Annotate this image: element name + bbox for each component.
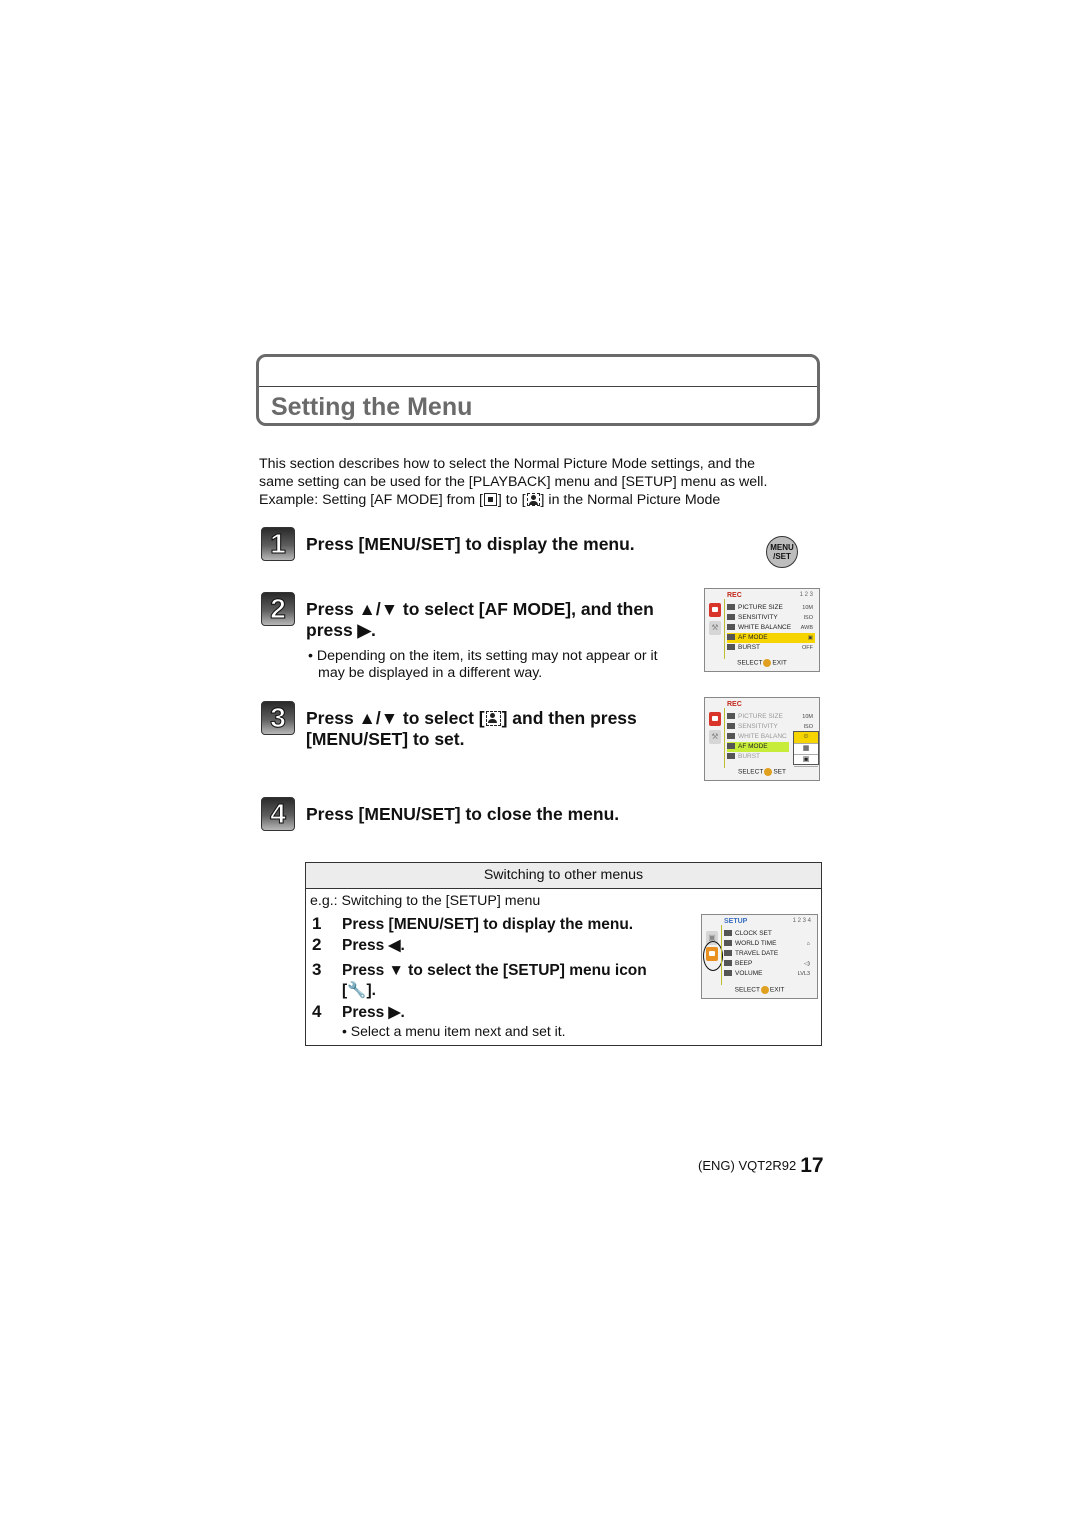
option-face-detection: ☺ [794, 732, 818, 744]
af-mode-options-popup: ☺ ▦ ▣ [793, 731, 819, 767]
face-detection-icon [526, 493, 540, 506]
step-4-text: Press [MENU/SET] to close the menu. [306, 804, 620, 824]
screen-header: REC [727, 701, 742, 708]
step-2-line-1: Press ▲/▼ to select [AF MODE], and then [306, 599, 654, 619]
intro-line-3-b: ] to [ [497, 492, 526, 508]
rec-tab-camera-icon [709, 603, 721, 617]
option-multi-area: ▦ [794, 744, 818, 756]
camera-screen-setup: SETUP 1 2 3 4 ▣ CLOCK SET WORLD TIME ⌂ TR… [701, 914, 818, 999]
step-2-note-line-1: • Depending on the item, its setting may… [308, 648, 658, 664]
step-2-note-line-2: may be displayed in a different way. [318, 665, 543, 681]
burst-icon [727, 644, 735, 651]
step-2-note: • Depending on the item, its setting may… [308, 648, 658, 682]
menu-set-button-icon: MENU /SET [766, 536, 798, 568]
sensitivity-icon [727, 614, 735, 621]
highlight-circle [703, 941, 723, 971]
white-balance-icon [727, 733, 735, 740]
menu-button-line-2: /SET [773, 552, 791, 561]
menu-row: BEEP ◁) [724, 959, 812, 969]
step-1-badge: 1 [261, 527, 295, 561]
menu-divider [724, 599, 725, 659]
rec-tab-camera-icon [709, 712, 721, 726]
menu-row: WORLD TIME ⌂ [724, 939, 812, 949]
screen-page-indicator: 1 2 3 [799, 592, 813, 598]
menu-divider [721, 925, 722, 985]
switching-note: • Select a menu item next and set it. [342, 1023, 566, 1039]
step-1-text: Press [MENU/SET] to display the menu. [306, 534, 635, 554]
switch-step-1: 1 Press [MENU/SET] to display the menu. [312, 914, 634, 933]
step-3-line-2: [MENU/SET] to set. [306, 729, 465, 749]
step-2-line-2: press ▶. [306, 620, 376, 640]
beep-icon [724, 960, 732, 967]
cursor-pad-icon [764, 768, 773, 776]
camera-screen-rec-af-options: REC ⚒ PICTURE SIZE 10M SENSITIVITY ISO WHI… [704, 697, 820, 781]
camera-screen-rec-af-mode: REC 1 2 3 ⚒ PICTURE SIZE 10M SENSITIVITY I… [704, 588, 820, 672]
burst-icon [727, 753, 735, 760]
menu-button-line-1: MENU [770, 543, 794, 552]
menu-row: SENSITIVITY ISO [727, 613, 815, 623]
page-number: 17 [800, 1154, 824, 1177]
screen-header: REC [727, 592, 742, 599]
world-time-icon [724, 940, 732, 947]
switch-step-4: 4 Press ▶. [312, 1002, 405, 1021]
menu-row: PICTURE SIZE 10M [727, 712, 815, 722]
step-2-text: Press ▲/▼ to select [AF MODE], and then … [306, 599, 654, 641]
step-2-badge: 2 [261, 592, 295, 626]
menu-row-selected: AF MODE [727, 742, 789, 752]
menu-row: CLOCK SET [724, 929, 812, 939]
title-divider [259, 386, 817, 387]
intro-line-3-a: Example: Setting [AF MODE] from [ [259, 492, 483, 508]
step-3-badge: 3 [261, 701, 295, 735]
document-code: (ENG) VQT2R92 [698, 1158, 797, 1173]
page-footer: (ENG) VQT2R92 17 [698, 1154, 824, 1178]
cursor-pad-icon [763, 659, 772, 667]
step-3-text: Press ▲/▼ to select [] and then press [M… [306, 708, 637, 750]
intro-line-2: same setting can be used for the [PLAYBA… [259, 474, 768, 490]
menu-row: VOLUME LVL3 [724, 969, 812, 979]
menu-row: PICTURE SIZE 10M [727, 603, 815, 613]
menu-divider [724, 708, 725, 768]
screen-footer: SELECT EXIT [737, 659, 787, 667]
volume-icon [724, 970, 732, 977]
switching-heading: Switching to other menus [306, 863, 821, 889]
step-3-line-1: Press ▲/▼ to select [] and then press [306, 708, 637, 728]
screen-footer: SELECT EXIT [734, 986, 785, 994]
screen-page-indicator: 1 2 3 4 [792, 918, 811, 924]
page-title: Setting the Menu [271, 393, 473, 421]
setup-tab-wrench-icon: ⚒ [709, 730, 721, 744]
screen-header: SETUP [724, 918, 748, 925]
setup-tab-wrench-icon: ⚒ [709, 621, 721, 635]
picture-size-icon [727, 604, 735, 611]
intro-line-1: This section describes how to select the… [259, 456, 756, 472]
wrench-icon: [🔧]. [342, 982, 376, 999]
sensitivity-icon [727, 723, 735, 730]
section-title-box: Setting the Menu [256, 354, 820, 426]
picture-size-icon [727, 713, 735, 720]
screen-footer: SELECT SET [738, 768, 786, 776]
af-spot-icon [483, 493, 497, 506]
face-detection-icon [485, 711, 501, 726]
intro-line-3-c: ] in the Normal Picture Mode [540, 492, 721, 508]
step-4-badge: 4 [261, 797, 295, 831]
switch-step-3: 3 Press ▼ to select the [SETUP] menu icon [312, 960, 647, 979]
af-mode-icon [727, 634, 735, 641]
intro-paragraph: This section describes how to select the… [259, 455, 829, 509]
menu-row-selected: AF MODE ▣ [727, 633, 815, 643]
menu-row: WHITE BALANCE AWB [727, 623, 815, 633]
menu-row: BURST OFF [727, 643, 815, 653]
menu-row: TRAVEL DATE [724, 949, 812, 959]
option-spot: ▣ [794, 755, 818, 767]
af-mode-icon [727, 743, 735, 750]
intro-line-3: Example: Setting [AF MODE] from [ ] to []… [259, 491, 829, 509]
switch-step-3-cont: [🔧]. [312, 981, 376, 1000]
switch-step-2: 2 Press ◀. [312, 935, 405, 954]
cursor-pad-icon [760, 986, 769, 994]
travel-date-icon [724, 950, 732, 957]
white-balance-icon [727, 624, 735, 631]
clock-icon [724, 930, 732, 937]
switching-example: e.g.: Switching to the [SETUP] menu [310, 893, 541, 909]
